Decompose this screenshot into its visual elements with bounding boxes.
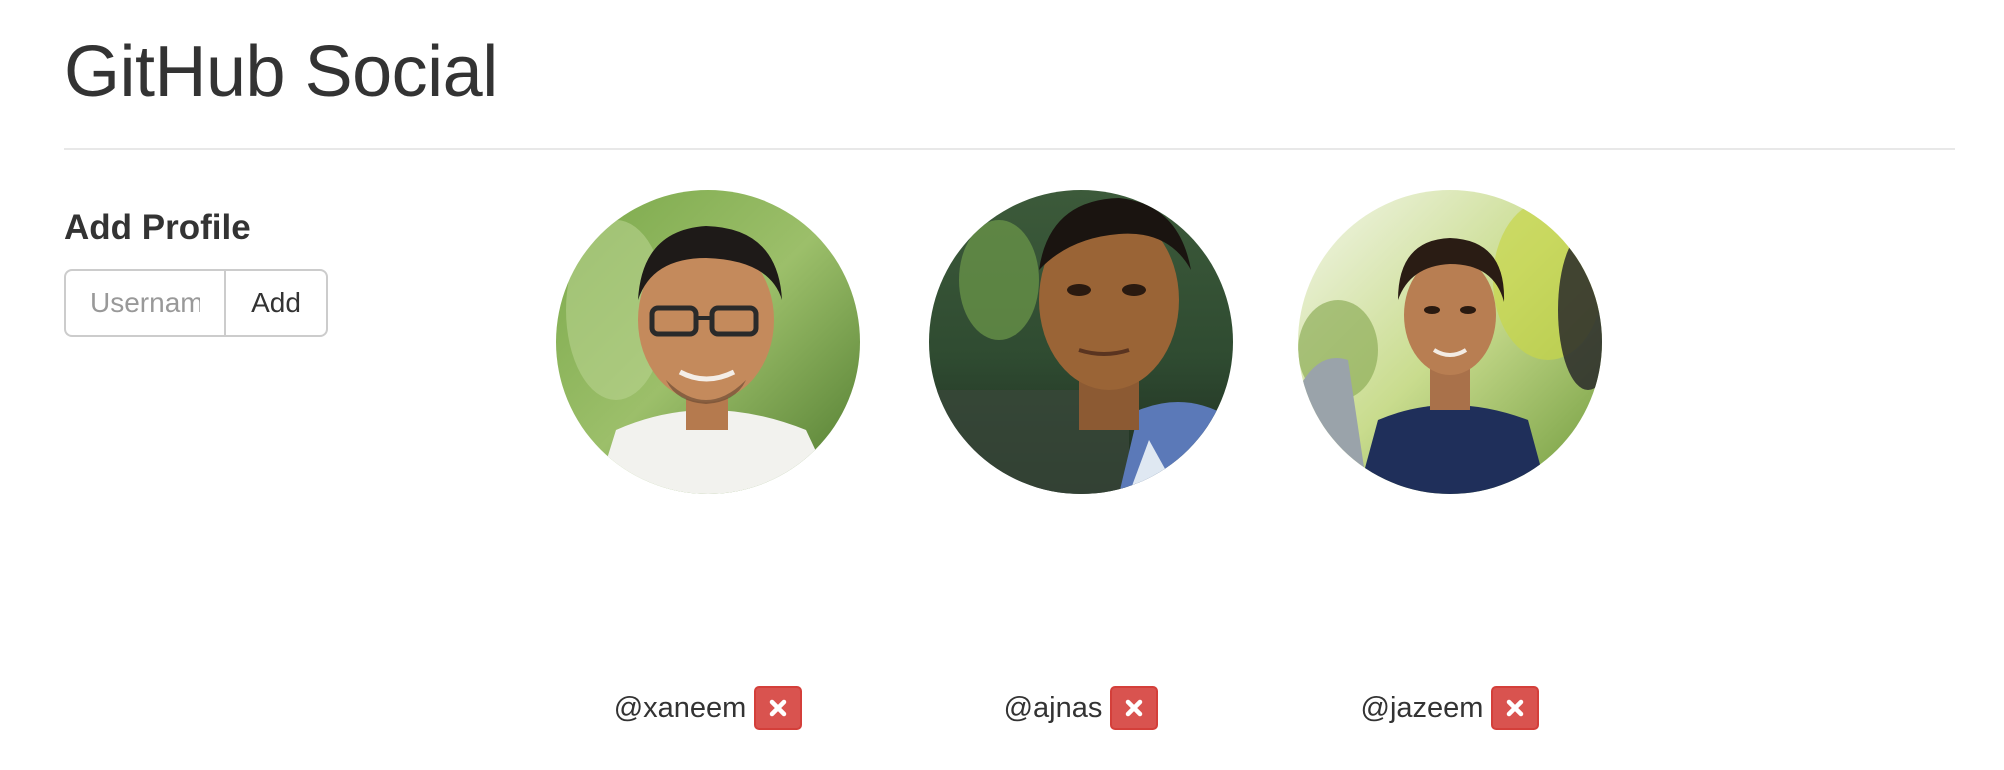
add-profile-form: Add — [64, 269, 328, 337]
times-icon — [1126, 699, 1143, 717]
avatar — [556, 190, 860, 494]
page: GitHub Social Add Profile Add — [0, 0, 2004, 770]
times-icon — [1507, 699, 1524, 717]
page-title: GitHub Social — [64, 32, 498, 112]
header-divider — [64, 148, 1955, 150]
username-input[interactable] — [64, 269, 224, 337]
avatar — [1298, 190, 1602, 494]
avatar — [929, 190, 1233, 494]
profile-handle: @xaneem — [613, 692, 747, 724]
profile-caption: @ajnas — [929, 684, 1233, 732]
add-button[interactable]: Add — [224, 269, 328, 337]
profile-caption: @jazeem — [1298, 684, 1602, 732]
profile-caption: @xaneem — [556, 684, 860, 732]
add-profile-heading: Add Profile — [64, 208, 251, 247]
profile-handle: @jazeem — [1360, 692, 1484, 724]
remove-profile-button[interactable] — [1110, 686, 1159, 730]
profile-handle: @ajnas — [1003, 692, 1103, 724]
times-icon — [770, 699, 787, 717]
remove-profile-button[interactable] — [1491, 686, 1540, 730]
remove-profile-button[interactable] — [754, 686, 803, 730]
